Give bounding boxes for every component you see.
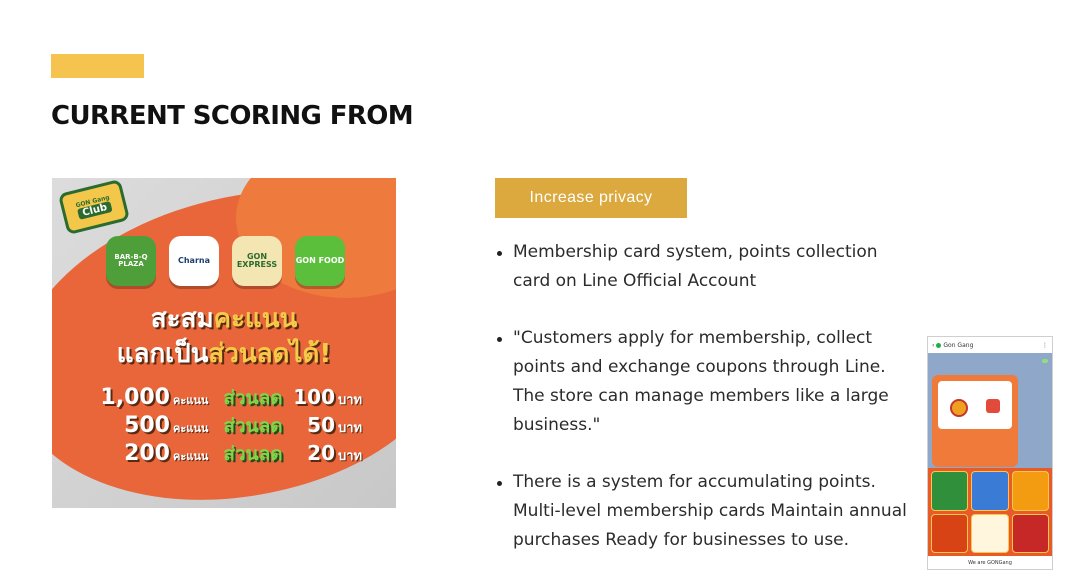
reward-row: 500 คะแนน ส่วนลด 50 บาท (80, 411, 380, 439)
gon-food-logo: GON FOOD (295, 236, 345, 286)
promo-poster-image: GON Gang Club BAR-B-Q PLAZA Charna GON E… (52, 178, 396, 508)
section-accent-bar (51, 54, 144, 78)
chat-name: Gon Gang (943, 341, 974, 349)
feature-item: There is a system for accumulating point… (496, 468, 918, 555)
increase-privacy-tag: Increase privacy (495, 178, 687, 218)
headline-exchange: แลกเป็น (116, 339, 209, 369)
reward-points: 500 (124, 413, 170, 438)
phone-chat-area (928, 353, 1052, 485)
gon-express-logo: GON EXPRESS (232, 236, 282, 286)
back-chevron-icon: ‹ (932, 341, 935, 349)
membership-card-message (932, 375, 1018, 467)
reward-points: 1,000 (100, 385, 170, 410)
feature-item: Membership card system, points collectio… (496, 238, 918, 296)
reward-row: 200 คะแนน ส่วนลด 20 บาท (80, 439, 380, 467)
reward-discount-label: ส่วนลด (223, 387, 283, 409)
headline-discount: ส่วนลดได้! (208, 339, 332, 369)
headline-collect: สะสม (150, 304, 214, 334)
medal-icon (950, 399, 968, 417)
charna-logo: Charna (169, 236, 219, 286)
barbq-plaza-logo: BAR-B-Q PLAZA (106, 236, 156, 286)
rich-menu (928, 468, 1052, 556)
reward-currency: บาท (338, 393, 363, 408)
rich-menu-tile (931, 513, 969, 553)
phone-chat-header: ‹ Gon Gang ⋮ (928, 337, 1052, 353)
reward-currency: บาท (338, 449, 363, 464)
reward-points-unit: คะแนน (173, 422, 209, 435)
line-app-screenshot: ‹ Gon Gang ⋮ We are GONGang (927, 336, 1053, 570)
line-status-icon (936, 342, 942, 348)
reward-currency: บาท (338, 421, 363, 436)
reward-points: 200 (124, 441, 170, 466)
chat-header-menu-icon: ⋮ (1042, 341, 1048, 349)
feature-item: "Customers apply for membership, collect… (496, 324, 918, 440)
gift-icon (986, 399, 1000, 413)
reward-discount-label: ส่วนลด (223, 443, 283, 465)
reward-amount: 50 (307, 413, 335, 437)
phone-footer: We are GONGang (928, 556, 1052, 569)
reward-amount: 100 (293, 385, 335, 409)
reward-discount-label: ส่วนลด (223, 415, 283, 437)
section-title: CURRENT SCORING FROM (51, 101, 414, 131)
reward-points-unit: คะแนน (173, 394, 209, 407)
rich-menu-tile (971, 471, 1009, 511)
reward-points-unit: คะแนน (173, 450, 209, 463)
reward-row: 1,000 คะแนน ส่วนลด 100 บาท (80, 383, 380, 411)
rich-menu-tile (1011, 513, 1049, 553)
membership-card-inner (938, 381, 1012, 429)
chat-title-group: ‹ Gon Gang (932, 342, 973, 349)
brand-logos: BAR-B-Q PLAZA Charna GON EXPRESS GON FOO… (106, 236, 345, 286)
reward-amount: 20 (307, 441, 335, 465)
rich-menu-tile (931, 471, 969, 511)
rich-menu-tile (1011, 471, 1049, 511)
headline-points: คะแนน (213, 304, 298, 334)
feature-list: Membership card system, points collectio… (496, 238, 918, 583)
rich-menu-tile (971, 513, 1009, 553)
reward-table: 1,000 คะแนน ส่วนลด 100 บาท 500 คะแนน ส่ว… (80, 383, 380, 467)
poster-headline-line2: แลกเป็นส่วนลดได้! (52, 333, 396, 374)
chat-bubble (1042, 359, 1048, 363)
